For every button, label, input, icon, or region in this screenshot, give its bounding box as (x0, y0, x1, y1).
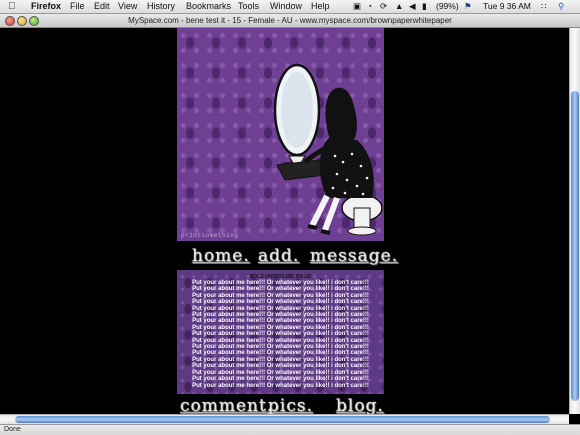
menu-edit[interactable]: Edit (94, 1, 110, 12)
header-watermark: printsomething (181, 232, 239, 239)
window-title: MySpace.com - bene test it - 15 - Female… (128, 16, 452, 25)
sync-icon[interactable]: ⟳ (380, 1, 387, 12)
about-line: Put your about me here!!! Or whatever yo… (192, 286, 369, 293)
about-line: Put your about me here!!! Or whatever yo… (192, 331, 369, 338)
about-me-text: Put your about me here!!! Or whatever yo… (177, 280, 384, 389)
apple-icon[interactable]:  (8, 1, 16, 12)
nav-pics-link[interactable]: pics. (268, 396, 313, 414)
menu-history[interactable]: History (147, 1, 175, 12)
nav-home-link[interactable]: home. (192, 246, 250, 266)
menu-bookmarks[interactable]: Bookmarks (186, 1, 231, 12)
wifi-icon[interactable]: ▲ (395, 1, 403, 12)
vertical-scroll-thumb[interactable] (571, 91, 579, 401)
spotlight-icon[interactable]: ⚲ (558, 1, 564, 12)
vertical-scrollbar[interactable] (569, 28, 580, 414)
menu-file[interactable]: File (70, 1, 85, 12)
page-content: printsomething home. add. message. BOLD … (0, 28, 569, 414)
mac-menu-bar:  Firefox File Edit View History Bookmar… (0, 0, 580, 14)
about-line: Put your about me here!!! Or whatever yo… (192, 299, 369, 306)
about-me-box: BOLD UNDERLINE ITALIC Put your about me … (177, 270, 384, 394)
about-line: Put your about me here!!! Or whatever yo… (192, 318, 369, 325)
about-line: Put your about me here!!! Or whatever yo… (192, 376, 369, 383)
about-line: Put your about me here!!! Or whatever yo… (192, 382, 369, 389)
status-text: Done (4, 426, 21, 433)
menu-tools[interactable]: Tools (238, 1, 259, 12)
window-title-bar: MySpace.com - bene test it - 15 - Female… (0, 14, 580, 28)
nav-comment-link[interactable]: comment. (180, 396, 273, 414)
about-line: Put your about me here!!! Or whatever yo… (192, 363, 369, 370)
flag-icon[interactable]: ⚑ (464, 1, 472, 12)
menu-extra-icon[interactable]: ▣ (353, 1, 361, 12)
menu-help[interactable]: Help (311, 1, 330, 12)
battery-percentage[interactable]: (99%) (436, 1, 459, 12)
about-line: Put your about me here!!! Or whatever yo… (192, 350, 369, 357)
nav-message-link[interactable]: message. (310, 246, 398, 266)
battery-icon[interactable]: ▮ (422, 1, 427, 12)
menu-clock[interactable]: Tue 9 36 AM (483, 1, 531, 12)
horizontal-scrollbar[interactable] (0, 414, 569, 424)
girl-at-mirror-illustration (273, 63, 383, 236)
nav-blog-link[interactable]: blog. (336, 396, 384, 414)
menu-window[interactable]: Window (270, 1, 302, 12)
menu-app-name[interactable]: Firefox (31, 1, 61, 12)
volume-icon[interactable]: ◀ (409, 1, 416, 12)
bluetooth-icon[interactable]: ∷ (541, 1, 546, 12)
clock-app-icon[interactable]: ◔ (367, 1, 372, 12)
horizontal-scroll-thumb[interactable] (15, 416, 550, 423)
nav-add-link[interactable]: add. (258, 246, 299, 266)
header-illustration: printsomething (177, 28, 384, 241)
status-bar: Done (0, 424, 580, 435)
menu-view[interactable]: View (118, 1, 137, 12)
